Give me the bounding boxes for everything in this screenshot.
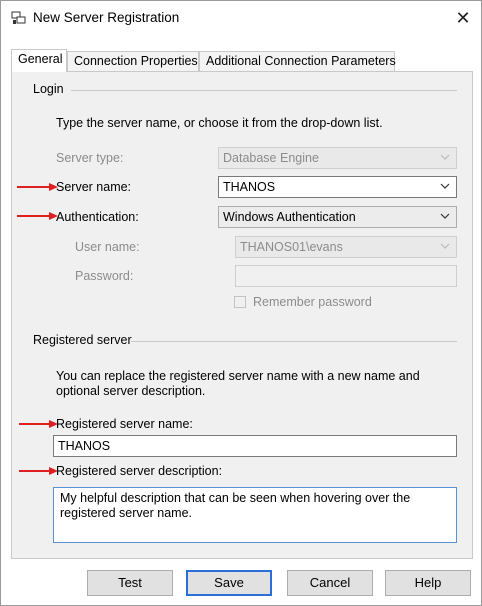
tab-additional-connection-parameters[interactable]: Additional Connection Parameters bbox=[199, 51, 396, 71]
test-button[interactable]: Test bbox=[87, 570, 173, 596]
login-group-divider bbox=[71, 90, 457, 91]
server-name-combobox[interactable]: THANOS bbox=[218, 176, 457, 198]
server-type-value: Database Engine bbox=[223, 151, 319, 165]
registered-server-description-label: Registered server description: bbox=[56, 464, 223, 478]
save-button[interactable]: Save bbox=[186, 570, 272, 596]
new-server-registration-dialog: New Server Registration ✕ General Connec… bbox=[0, 0, 482, 606]
user-name-label: User name: bbox=[75, 240, 140, 254]
registered-server-group-label: Registered server bbox=[33, 333, 132, 347]
remember-password-label: Remember password bbox=[253, 295, 372, 309]
server-registration-icon bbox=[11, 11, 26, 24]
cancel-button[interactable]: Cancel bbox=[287, 570, 373, 596]
password-field bbox=[235, 265, 457, 287]
help-button[interactable]: Help bbox=[385, 570, 471, 596]
server-name-label: Server name: bbox=[56, 180, 132, 194]
annotation-arrow-registered-name bbox=[19, 420, 58, 428]
registered-server-group-divider bbox=[131, 341, 457, 342]
general-tab-panel bbox=[11, 71, 473, 559]
server-name-value: THANOS bbox=[223, 180, 276, 194]
user-name-value: THANOS01\evans bbox=[240, 240, 343, 254]
close-icon[interactable]: ✕ bbox=[451, 7, 475, 29]
authentication-label: Authentication: bbox=[56, 210, 139, 224]
chevron-down-icon bbox=[440, 243, 450, 249]
server-type-dropdown: Database Engine bbox=[218, 147, 457, 169]
chevron-down-icon bbox=[440, 154, 450, 160]
remember-password-checkbox bbox=[234, 296, 246, 308]
chevron-down-icon[interactable] bbox=[440, 181, 450, 191]
server-type-label: Server type: bbox=[56, 151, 124, 165]
password-label: Password: bbox=[75, 269, 134, 283]
registered-server-description-textarea[interactable]: My helpful description that can be seen … bbox=[53, 487, 457, 543]
login-instruction: Type the server name, or choose it from … bbox=[56, 116, 383, 130]
annotation-arrow-authentication bbox=[17, 212, 58, 220]
title-bar[interactable]: New Server Registration ✕ bbox=[1, 1, 481, 35]
registered-server-name-input[interactable]: THANOS bbox=[53, 435, 457, 457]
registered-server-name-label: Registered server name: bbox=[56, 417, 193, 431]
chevron-down-icon[interactable] bbox=[440, 211, 450, 221]
annotation-arrow-registered-description bbox=[19, 467, 58, 475]
annotation-arrow-server-name bbox=[17, 183, 58, 191]
registered-server-instruction: You can replace the registered server na… bbox=[56, 369, 420, 398]
authentication-dropdown[interactable]: Windows Authentication bbox=[218, 206, 457, 228]
authentication-value: Windows Authentication bbox=[223, 210, 356, 224]
window-title: New Server Registration bbox=[33, 10, 180, 25]
login-group-label: Login bbox=[33, 82, 64, 96]
user-name-dropdown: THANOS01\evans bbox=[235, 236, 457, 258]
tab-connection-properties[interactable]: Connection Properties bbox=[67, 51, 199, 71]
tab-general[interactable]: General bbox=[11, 49, 67, 72]
